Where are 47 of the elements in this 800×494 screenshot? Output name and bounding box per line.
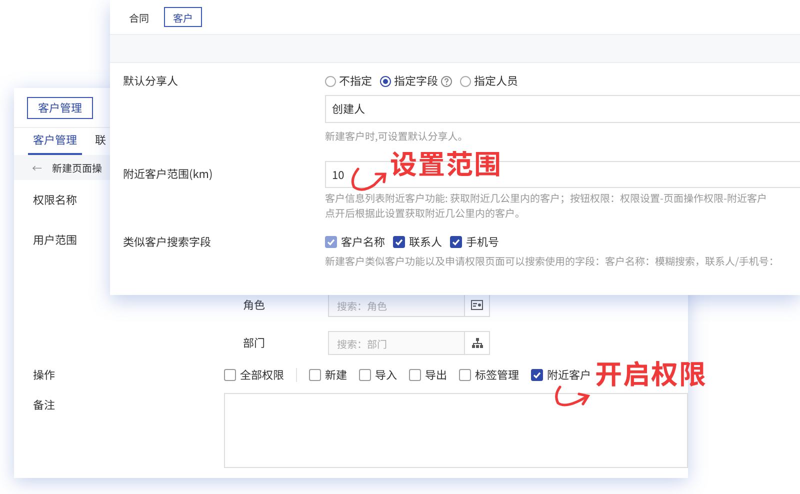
hint-text: 新建客户类似客户功能以及申请权限页面可以搜索使用的字段：客户名称：模糊搜索，联系人/手机号： <box>325 253 780 268</box>
field-label: 类似客户搜索字段 <box>122 234 212 252</box>
hint-text: 新建客户时,可设置默认分享人。 <box>325 128 469 143</box>
checkbox-label: 联系人 <box>409 234 442 250</box>
radio-button[interactable] <box>325 76 336 86</box>
checkbox[interactable] <box>224 369 236 381</box>
checkbox-label: 标签管理 <box>475 367 519 383</box>
help-icon <box>441 76 452 86</box>
field-label: 角色 <box>243 297 266 313</box>
checkbox-label: 新建 <box>325 367 347 383</box>
checkbox[interactable] <box>393 236 405 248</box>
org-chart-icon <box>472 338 482 348</box>
field-label: 默认分享人 <box>122 72 179 91</box>
field-label: 附近客户范围(km) <box>122 165 214 184</box>
checkbox-label: 附近客户 <box>547 367 591 383</box>
tab[interactable]: 客户管理 <box>27 96 93 118</box>
checkbox[interactable] <box>459 369 471 381</box>
search-field[interactable]: 搜索：部门 <box>328 331 490 355</box>
checkbox[interactable] <box>531 369 543 381</box>
radio-label: 不指定 <box>339 73 372 89</box>
checkbox-label: 全部权限 <box>240 367 284 383</box>
hint-text: 点开后根据此设置获取附近几公里内的客户。 <box>325 205 526 220</box>
checkbox-label: 导出 <box>425 367 447 383</box>
radio-label: 指定字段 <box>394 73 438 89</box>
radio-label: 指定人员 <box>474 73 518 89</box>
radio-button[interactable] <box>380 76 391 86</box>
field-label: 部门 <box>243 335 266 351</box>
checkbox[interactable] <box>309 369 321 381</box>
checkbox-label: 手机号 <box>466 234 499 250</box>
tab[interactable]: 联 <box>90 132 111 155</box>
field-label: 权限名称 <box>33 192 77 208</box>
annotation-text: 开启权限 <box>595 357 707 389</box>
checkbox[interactable] <box>450 236 462 248</box>
text-input[interactable]: 创建人 <box>325 95 800 123</box>
field-label: 用户范围 <box>33 232 77 248</box>
checkbox[interactable] <box>409 369 421 381</box>
tab[interactable]: 客户 <box>164 7 202 27</box>
hint-text: 客户信息列表附近客户功能: 获取附近几公里内的客户；按钮权限：权限设置-页面操作权限-附近客户 <box>325 190 768 205</box>
card-icon <box>471 300 483 310</box>
field-label: 操作 <box>33 367 55 383</box>
radio-button[interactable] <box>460 76 471 86</box>
breadcrumb-title: 新建页面操 <box>52 160 102 175</box>
checkbox-label: 客户名称 <box>341 234 385 250</box>
checkbox[interactable] <box>359 369 371 381</box>
checkbox-label: 导入 <box>375 367 397 383</box>
search-field[interactable]: 搜索：角色 <box>328 293 490 317</box>
field-label: 备注 <box>33 397 55 413</box>
